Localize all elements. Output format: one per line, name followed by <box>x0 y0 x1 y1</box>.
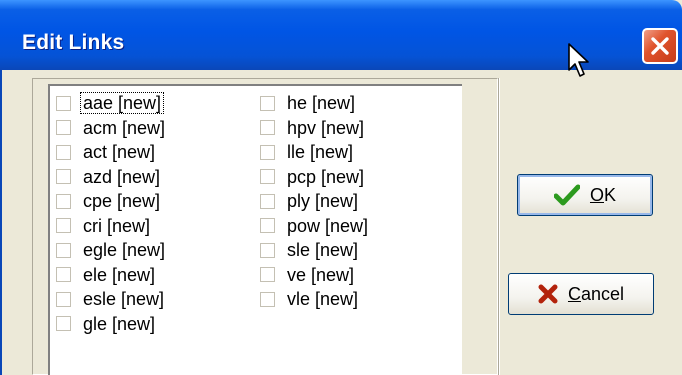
x-icon <box>538 284 558 304</box>
link-checkbox[interactable] <box>260 291 275 307</box>
link-checkbox[interactable] <box>56 291 71 307</box>
link-label: azd [new] <box>83 166 161 187</box>
link-label: act [new] <box>83 142 156 162</box>
link-checkbox[interactable] <box>260 242 275 258</box>
link-label: esle [new] <box>83 289 165 309</box>
link-item[interactable]: gle [new] <box>56 311 157 337</box>
link-label: gle [new] <box>83 313 156 334</box>
link-label: cri [new] <box>83 215 151 236</box>
link-checkbox[interactable] <box>56 242 71 258</box>
ok-button-label: OK <box>589 184 617 205</box>
cancel-button-label: Cancel <box>567 283 625 304</box>
link-item[interactable]: egle [new] <box>56 237 167 263</box>
link-label: pow [new] <box>287 215 369 236</box>
link-item[interactable]: pcp [new] <box>260 164 366 190</box>
link-item[interactable]: pow [new] <box>260 213 370 239</box>
link-item[interactable]: act [new] <box>56 139 157 165</box>
window-left-border <box>0 70 2 375</box>
link-checkbox[interactable] <box>260 120 275 135</box>
link-checkbox[interactable] <box>260 267 275 282</box>
link-label: pcp [new] <box>287 166 365 187</box>
link-item[interactable]: vle [new] <box>260 286 360 312</box>
mouse-pointer-icon <box>568 43 589 77</box>
link-checkbox[interactable] <box>260 193 275 209</box>
link-label: vle [new] <box>287 289 359 309</box>
link-item[interactable]: ele [new] <box>56 262 157 288</box>
link-checkbox[interactable] <box>260 218 275 233</box>
link-item[interactable]: ply [new] <box>260 188 360 214</box>
link-checkbox[interactable] <box>56 218 71 233</box>
close-button[interactable] <box>642 28 678 64</box>
cancel-button[interactable]: Cancel <box>508 273 654 315</box>
link-item[interactable]: cpe [new] <box>56 188 162 214</box>
link-checkbox[interactable] <box>260 169 275 184</box>
link-item[interactable]: esle [new] <box>56 286 166 312</box>
link-label: ele [new] <box>83 264 156 285</box>
dialog-body: aae [new] acm [new] act [new] azd [new] cpe … <box>0 70 682 375</box>
link-label: aae [new] <box>79 92 165 114</box>
link-label: ply [new] <box>287 191 359 211</box>
link-label: acm [new] <box>83 117 166 138</box>
link-checkbox[interactable] <box>56 120 71 135</box>
link-label: egle [new] <box>83 240 166 260</box>
edit-links-dialog: Edit Links aae [new] acm [new] act [new] az… <box>0 0 682 375</box>
link-item[interactable]: ve [new] <box>260 262 356 288</box>
link-label: he [new] <box>287 93 356 113</box>
link-item[interactable]: acm [new] <box>56 115 167 141</box>
close-icon <box>651 37 669 55</box>
link-label: sle [new] <box>287 240 359 260</box>
link-item[interactable]: lle [new] <box>260 139 355 165</box>
link-checkbox[interactable] <box>260 144 275 160</box>
link-checkbox[interactable] <box>56 267 71 282</box>
link-checkbox[interactable] <box>56 169 71 184</box>
link-checkbox[interactable] <box>56 316 71 331</box>
link-label: hpv [new] <box>287 117 365 138</box>
link-item[interactable]: aae [new] <box>56 90 165 116</box>
links-checklist[interactable]: aae [new] acm [new] act [new] azd [new] cpe … <box>48 84 462 375</box>
link-label: ve [new] <box>287 264 355 285</box>
link-item[interactable]: sle [new] <box>260 237 360 263</box>
panel-divider <box>498 78 500 375</box>
ok-button[interactable]: OK <box>517 174 653 216</box>
link-checkbox[interactable] <box>260 95 275 111</box>
window-title: Edit Links <box>22 31 125 54</box>
link-item[interactable]: cri [new] <box>56 213 152 239</box>
link-checkbox[interactable] <box>56 95 71 111</box>
link-label: cpe [new] <box>83 191 161 211</box>
link-checkbox[interactable] <box>56 144 71 160</box>
link-item[interactable]: hpv [new] <box>260 115 366 141</box>
link-item[interactable]: azd [new] <box>56 164 162 190</box>
checkmark-icon <box>553 184 580 206</box>
link-checkbox[interactable] <box>56 193 71 209</box>
link-label: lle [new] <box>287 142 354 162</box>
link-item[interactable]: he [new] <box>260 90 357 116</box>
